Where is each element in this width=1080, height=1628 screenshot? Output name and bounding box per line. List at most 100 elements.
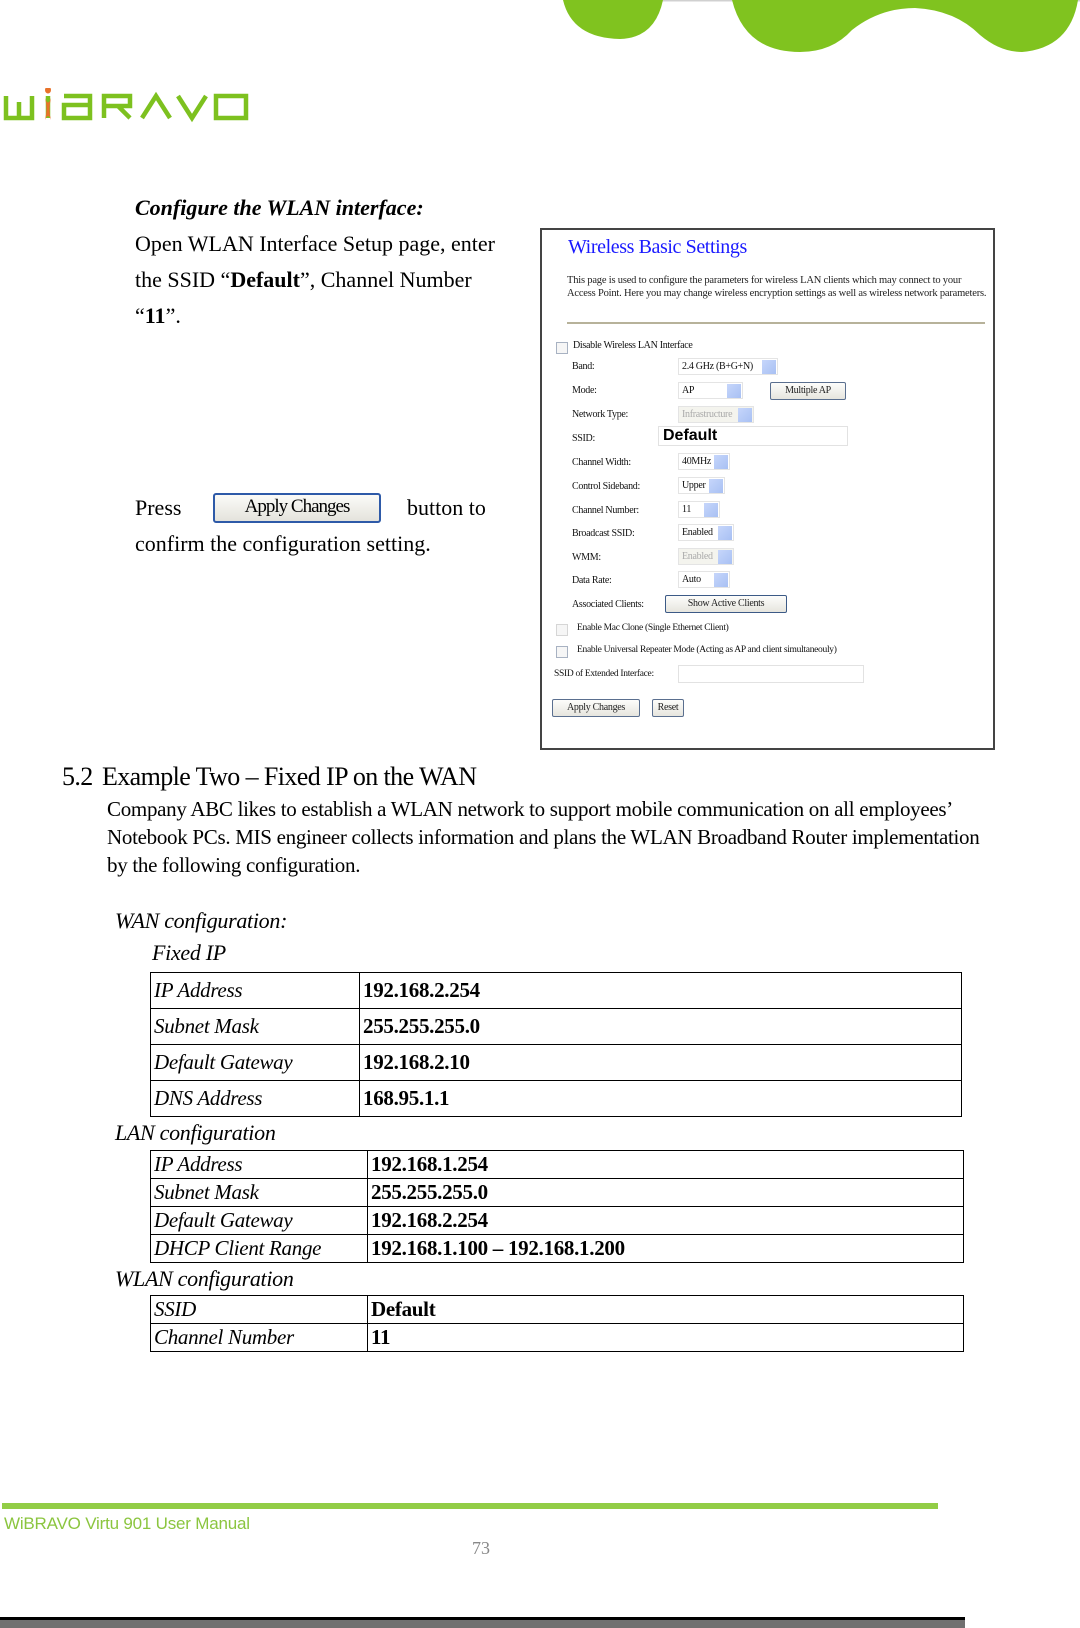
band-value: 2.4 GHz (B+G+N): [682, 361, 753, 372]
dropdown-arrow-icon: [718, 525, 732, 540]
section-heading: 5.2 Example Two – Fixed IP on the WAN: [62, 762, 477, 792]
table-key: Subnet Mask: [150, 1008, 360, 1045]
channel-number-select[interactable]: 11: [678, 501, 720, 518]
section-title: Example Two – Fixed IP on the WAN: [102, 762, 477, 791]
table-key: Default Gateway: [150, 1206, 368, 1235]
dropdown-arrow-icon: [704, 502, 718, 517]
instr-text: ”.: [165, 303, 181, 328]
table-row: IP Address 192.168.2.254: [150, 972, 962, 1009]
apply-changes-button[interactable]: Apply Changes: [552, 699, 640, 717]
table-value: 11: [367, 1323, 964, 1352]
footer-green-rule: [2, 1503, 938, 1509]
channel-width-label: Channel Width:: [572, 457, 631, 468]
band-label: Band:: [572, 361, 595, 372]
table-row: DNS Address 168.95.1.1: [150, 1080, 962, 1117]
button-to-text: button to: [407, 495, 486, 520]
disable-wlan-checkbox[interactable]: [556, 342, 568, 354]
instructions-press-line: Press Apply Changes button to: [135, 490, 486, 526]
wlan-config-table: SSID Default Channel Number 11: [150, 1295, 964, 1352]
table-value: 255.255.255.0: [367, 1178, 964, 1207]
wibravo-logo: [3, 88, 249, 123]
table-row: Subnet Mask 255.255.255.0: [150, 1178, 964, 1207]
page-number: 73: [472, 1538, 490, 1558]
table-key: IP Address: [150, 1150, 368, 1179]
table-value: 192.168.2.254: [367, 1206, 964, 1235]
table-value: 192.168.2.254: [359, 972, 962, 1009]
mac-clone-checkbox[interactable]: [556, 624, 568, 636]
disable-wlan-label: Disable Wireless LAN Interface: [573, 340, 693, 351]
lan-config-table: IP Address 192.168.1.254 Subnet Mask 255.2…: [150, 1150, 964, 1263]
control-sideband-value: Upper: [682, 480, 706, 491]
instructions-confirm-text: confirm the configuration setting.: [135, 531, 431, 556]
dropdown-arrow-icon: [727, 383, 741, 398]
table-value: 168.95.1.1: [359, 1080, 962, 1117]
wbs-description: This page is used to configure the param…: [567, 275, 987, 299]
network-type-select[interactable]: Infrastructure: [678, 406, 754, 423]
table-key: Subnet Mask: [150, 1178, 368, 1207]
channel-width-select[interactable]: 40MHz: [678, 453, 730, 470]
footer-bar-shadow: [0, 1620, 965, 1628]
press-text: Press: [135, 495, 182, 520]
network-type-label: Network Type:: [572, 409, 629, 420]
wan-config-table: IP Address 192.168.2.254 Subnet Mask 255.2…: [150, 972, 962, 1117]
instructions-paragraph: Open WLAN Interface Setup page, enter th…: [135, 226, 505, 334]
dropdown-arrow-icon: [762, 359, 776, 374]
network-type-value: Infrastructure: [682, 409, 733, 420]
table-row: Channel Number 11: [150, 1323, 964, 1352]
table-value: 192.168.1.254: [367, 1150, 964, 1179]
channel-width-value: 40MHz: [682, 456, 712, 467]
universal-repeater-checkbox[interactable]: [556, 646, 568, 658]
control-sideband-label: Control Sideband:: [572, 481, 640, 492]
dropdown-arrow-icon: [718, 549, 732, 564]
footer-manual-title: WiBRAVO Virtu 901 User Manual: [4, 1514, 250, 1533]
section-body: Company ABC likes to establish a WLAN ne…: [107, 797, 980, 877]
data-rate-select[interactable]: Auto: [678, 571, 730, 588]
mode-select[interactable]: AP: [678, 382, 743, 399]
table-key: Channel Number: [150, 1323, 368, 1352]
mode-label: Mode:: [572, 385, 597, 396]
universal-repeater-label: Enable Universal Repeater Mode (Acting a…: [577, 645, 837, 655]
broadcast-ssid-value: Enabled: [682, 527, 713, 538]
wbs-divider: [567, 322, 985, 324]
control-sideband-select[interactable]: Upper: [678, 477, 725, 494]
broadcast-ssid-select[interactable]: Enabled: [678, 524, 734, 541]
data-rate-value: Auto: [682, 574, 701, 585]
mode-value: AP: [682, 385, 695, 396]
table-row: IP Address 192.168.1.254: [150, 1150, 964, 1179]
associated-clients-label: Associated Clients:: [572, 599, 644, 610]
dropdown-arrow-icon: [738, 407, 752, 422]
instructions-heading: Configure the WLAN interface:: [135, 195, 424, 220]
header-wave-decoration: [563, 0, 1080, 52]
table-value: 192.168.2.10: [359, 1044, 962, 1081]
dropdown-arrow-icon: [714, 454, 728, 469]
broadcast-ssid-label: Broadcast SSID:: [572, 528, 635, 539]
table-key: DHCP Client Range: [150, 1234, 368, 1263]
mac-clone-label: Enable Mac Clone (Single Ethernet Client…: [577, 623, 729, 633]
table-row: Default Gateway 192.168.2.254: [150, 1206, 964, 1235]
show-active-clients-button[interactable]: Show Active Clients: [665, 595, 787, 613]
dropdown-arrow-icon: [714, 572, 728, 587]
table-key: IP Address: [150, 972, 360, 1009]
table-value: 192.168.1.100 – 192.168.1.200: [367, 1234, 964, 1263]
wan-config-label: WAN configuration:: [115, 908, 288, 933]
fixed-ip-label: Fixed IP: [152, 940, 226, 965]
band-select[interactable]: 2.4 GHz (B+G+N): [678, 358, 778, 375]
wbs-title: Wireless Basic Settings: [568, 236, 747, 258]
extended-ssid-input[interactable]: [678, 665, 864, 683]
wmm-select[interactable]: Enabled: [678, 548, 734, 565]
lan-config-label: LAN configuration: [115, 1120, 276, 1145]
table-row: DHCP Client Range 192.168.1.100 – 192.168…: [150, 1234, 964, 1263]
section-number: 5.2: [62, 762, 93, 791]
table-value: Default: [367, 1295, 964, 1324]
apply-changes-button-illustration[interactable]: Apply Changes: [213, 493, 381, 523]
wlan-config-label: WLAN configuration: [115, 1266, 294, 1291]
ssid-input[interactable]: Default: [658, 426, 848, 446]
multiple-ap-button[interactable]: Multiple AP: [770, 382, 846, 400]
reset-button[interactable]: Reset: [652, 699, 684, 717]
wmm-label: WMM:: [572, 552, 601, 563]
table-key: SSID: [150, 1295, 368, 1324]
table-key: Default Gateway: [150, 1044, 360, 1081]
table-value: 255.255.255.0: [359, 1008, 962, 1045]
table-row: SSID Default: [150, 1295, 964, 1324]
wmm-value: Enabled: [682, 551, 713, 562]
